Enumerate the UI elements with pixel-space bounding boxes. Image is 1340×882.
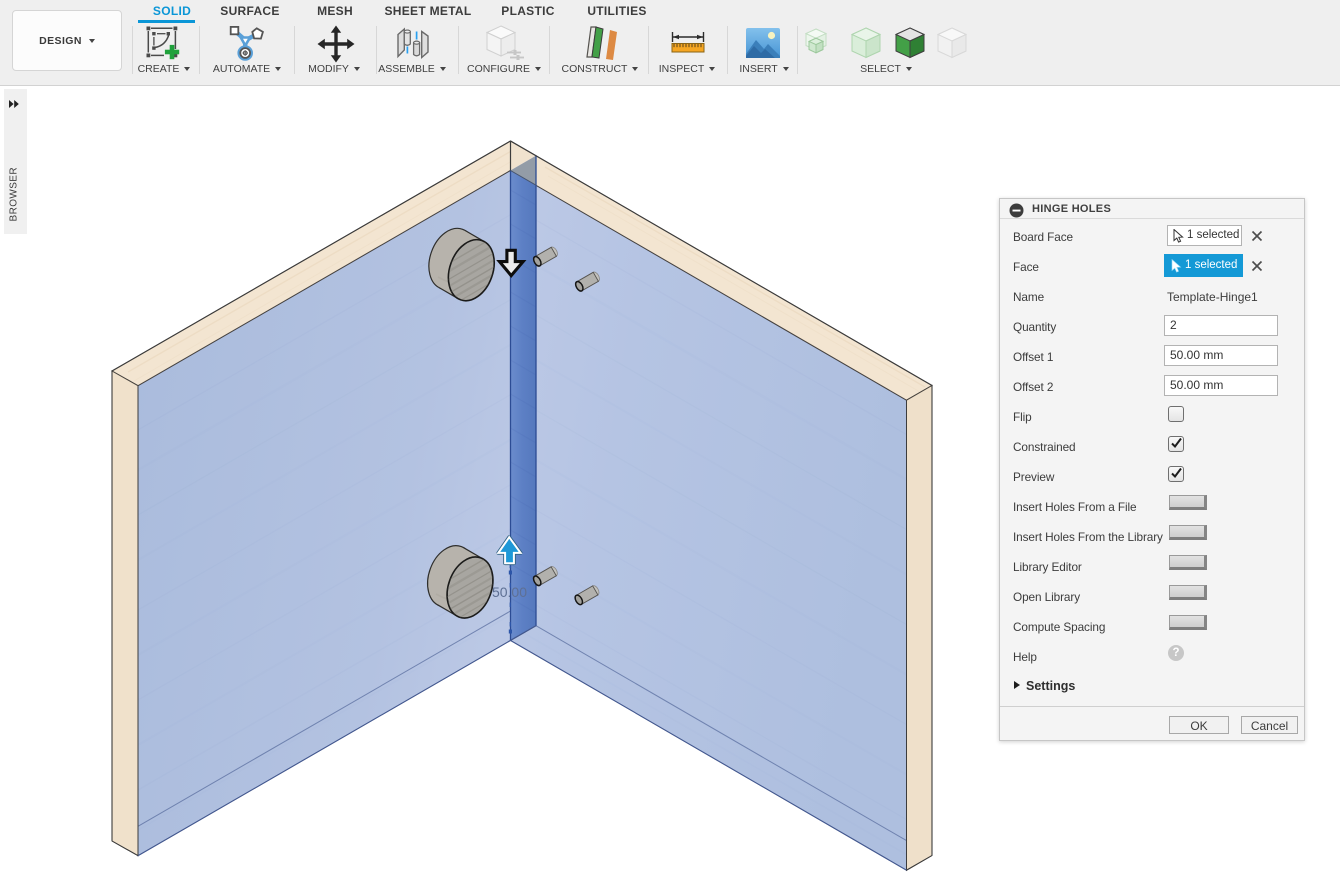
svg-text:50.00: 50.00 — [492, 584, 527, 600]
